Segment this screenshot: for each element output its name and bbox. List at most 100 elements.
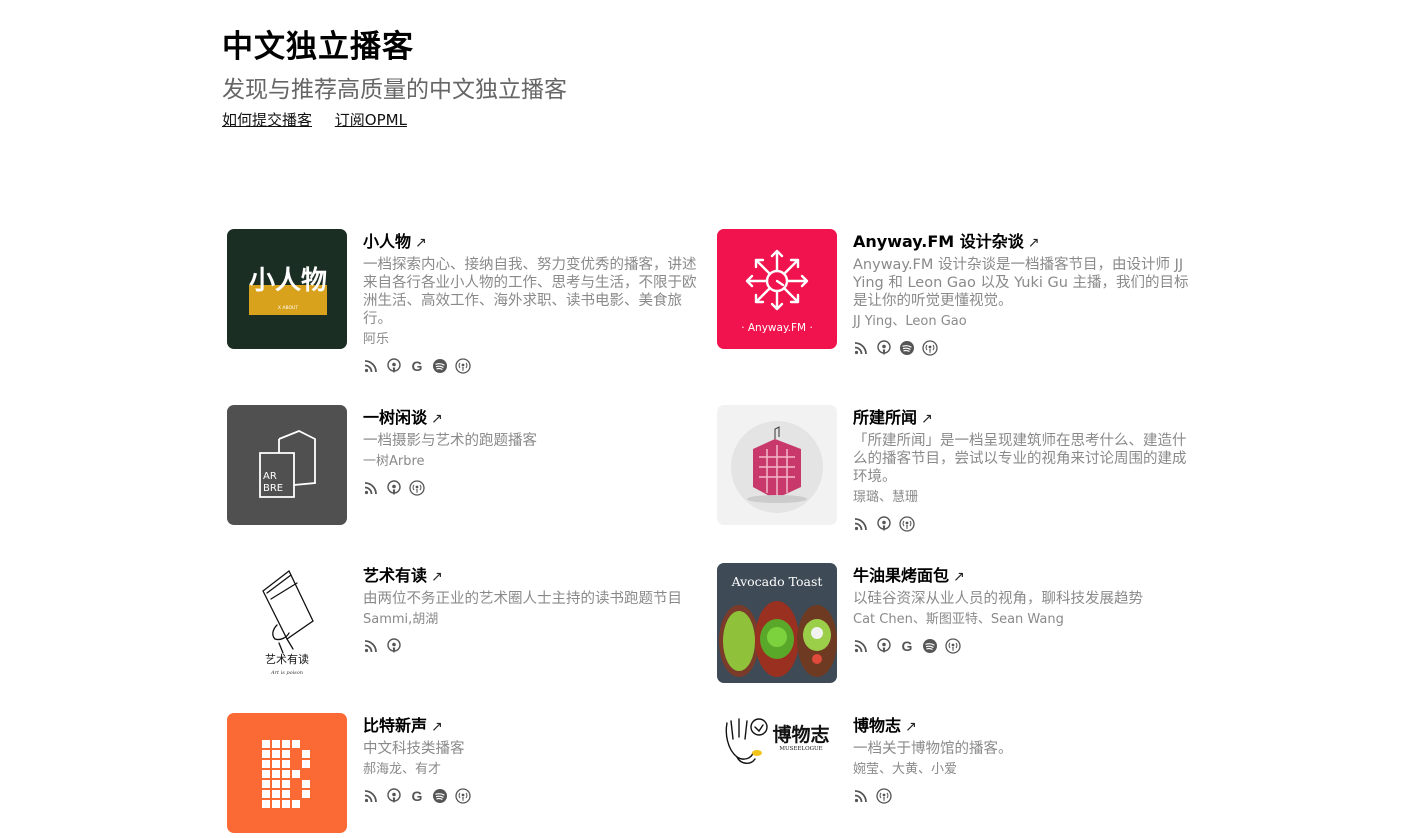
podcast-name-link[interactable]: 所建所闻 ↗ [853,407,1193,430]
podcast-antenna-icon[interactable] [455,788,471,804]
podcast-description: 一档关于博物馆的播客。 [853,741,1013,757]
apple-podcasts-icon[interactable] [876,516,892,532]
cover-image: · Anyway.FM · [717,229,837,349]
rss-icon[interactable] [853,788,869,804]
subscribe-opml-link[interactable]: 订阅OPML [335,111,407,129]
cover-title: Avocado Toast [731,574,823,589]
podcast-cover[interactable] [717,405,837,525]
podcast-antenna-icon[interactable] [922,340,938,356]
google-podcasts-icon[interactable]: G [409,358,425,374]
podcast-hosts: Sammi,胡湖 [363,612,439,627]
platform-links [853,787,1193,805]
podcast-hosts: 婉莹、大黄、小爱 [853,762,958,777]
podcast-cover[interactable]: 小人物 X ABOUT [227,229,347,349]
podcast-description: Anyway.FM 设计杂谈是一档播客节目，由设计师 JJ Ying 和 Leo… [853,257,1189,309]
apple-podcasts-icon[interactable] [386,480,402,496]
external-link-icon: ↗ [953,569,965,585]
platform-links: G [363,787,703,805]
spotify-icon[interactable] [432,788,448,804]
cover-title: · Anyway.FM · [741,322,813,334]
podcast-info: 所建所闻 ↗ 「所建所闻」是一档呈现建筑师在思考什么、建造什么的播客节目，尝试以专… [853,407,1193,533]
platform-links [853,515,1193,533]
platform-links [853,339,1193,357]
podcast-info: 艺术有读 ↗ 由两位不务正业的艺术圈人士主持的读书跑题节目 Sammi,胡湖 [363,565,703,655]
podcast-cover[interactable]: · Anyway.FM · [717,229,837,349]
podcast-name-link[interactable]: 艺术有读 ↗ [363,565,703,588]
cover-title: 艺术有读 [265,652,309,666]
cover-image: 艺术有读 Art is poison [227,563,347,683]
external-link-icon: ↗ [431,719,443,735]
podcast-info: 牛油果烤面包 ↗ 以硅谷资深从业人员的视角，聊科技发展趋势 Cat Chen、斯图… [853,565,1193,655]
rss-icon[interactable] [853,638,869,654]
header-links: 如何提交播客 订阅OPML [222,109,567,130]
podcast-info: 一树闲谈 ↗ 一档摄影与艺术的跑题播客 一树Arbre [363,407,703,497]
podcast-antenna-icon[interactable] [455,358,471,374]
cover-image: 博物志 MUSEELOGUE [717,713,837,833]
svg-text:G: G [902,638,913,654]
rss-icon[interactable] [853,340,869,356]
podcast-name-link[interactable]: 比特新声 ↗ [363,715,703,738]
podcast-antenna-icon[interactable] [409,480,425,496]
svg-text:G: G [412,358,423,374]
google-podcasts-icon[interactable]: G [409,788,425,804]
platform-links: G [853,637,1193,655]
external-link-icon: ↗ [921,411,933,427]
podcast-cover[interactable]: AR BRE [227,405,347,525]
podcast-hosts: 郝海龙、有才 [363,762,442,777]
cover-image: 小人物 X ABOUT [227,229,347,349]
apple-podcasts-icon[interactable] [386,788,402,804]
rss-icon[interactable] [853,516,869,532]
podcast-name-link[interactable]: Anyway.FM 设计杂谈 ↗ [853,231,1193,254]
google-podcasts-icon[interactable]: G [899,638,915,654]
cover-image: AR BRE [227,405,347,525]
podcast-antenna-icon[interactable] [945,638,961,654]
svg-text:BRE: BRE [263,483,283,494]
podcast-description: 「所建所闻」是一档呈现建筑师在思考什么、建造什么的播客节目，尝试以专业的视角来讨… [853,433,1187,485]
podcast-hosts: JJ Ying、Leon Gao [853,314,967,329]
cover-image [717,405,837,525]
podcast-name-link[interactable]: 博物志 ↗ [853,715,1193,738]
rss-icon[interactable] [363,480,379,496]
site-subtitle: 发现与推荐高质量的中文独立播客 [222,77,567,103]
podcast-info: 比特新声 ↗ 中文科技类播客 郝海龙、有才 G [363,715,703,805]
podcast-info: Anyway.FM 设计杂谈 ↗ Anyway.FM 设计杂谈是一档播客节目，由设… [853,231,1193,357]
podcast-description: 由两位不务正业的艺术圈人士主持的读书跑题节目 [363,591,682,607]
podcast-hosts: 璟璐、慧珊 [853,490,919,505]
podcast-name-link[interactable]: 小人物 ↗ [363,231,703,254]
external-link-icon: ↗ [905,719,917,735]
podcast-name-link[interactable]: 一树闲谈 ↗ [363,407,703,430]
platform-links [363,637,703,655]
external-link-icon: ↗ [431,569,443,585]
external-link-icon: ↗ [431,411,443,427]
site-title: 中文独立播客 [222,29,414,65]
svg-text:G: G [412,788,423,804]
cover-subtitle: Art is poison [270,670,303,676]
podcast-cover[interactable]: Avocado Toast [717,563,837,683]
podcast-cover[interactable]: 艺术有读 Art is poison [227,563,347,683]
spotify-icon[interactable] [899,340,915,356]
rss-icon[interactable] [363,788,379,804]
podcast-name-link[interactable]: 牛油果烤面包 ↗ [853,565,1193,588]
podcast-description: 以硅谷资深从业人员的视角，聊科技发展趋势 [853,591,1143,607]
rss-icon[interactable] [363,358,379,374]
spotify-icon[interactable] [922,638,938,654]
podcast-cover[interactable]: 博物志 MUSEELOGUE [717,713,837,833]
cover-subtitle: MUSEELOGUE [779,746,822,752]
podcast-cover[interactable] [227,713,347,833]
cover-title: AR [263,471,277,482]
apple-podcasts-icon[interactable] [876,340,892,356]
cover-subtitle: X ABOUT [278,305,298,311]
rss-icon[interactable] [363,638,379,654]
apple-podcasts-icon[interactable] [386,358,402,374]
podcast-antenna-icon[interactable] [876,788,892,804]
apple-podcasts-icon[interactable] [386,638,402,654]
podcast-description: 一档探索内心、接纳自我、努力变优秀的播客，讲述来自各行各业小人物的工作、思考与生… [363,257,697,327]
podcast-description: 中文科技类播客 [363,741,465,757]
spotify-icon[interactable] [432,358,448,374]
cover-title: 小人物 [249,266,327,296]
apple-podcasts-icon[interactable] [876,638,892,654]
podcast-antenna-icon[interactable] [899,516,915,532]
podcast-hosts: Cat Chen、斯图亚特、Sean Wang [853,612,1064,627]
submit-podcast-link[interactable]: 如何提交播客 [222,111,312,129]
site-header: 中文独立播客 发现与推荐高质量的中文独立播客 如何提交播客 订阅OPML [222,28,567,130]
